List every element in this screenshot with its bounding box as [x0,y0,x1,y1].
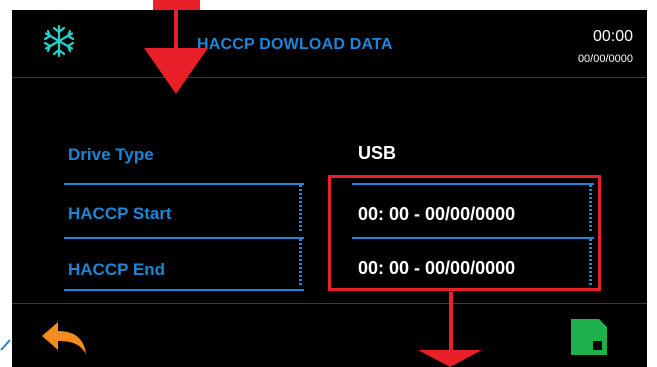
floppy-save-icon[interactable] [569,317,609,357]
drive-type-label: Drive Type [68,145,154,164]
header-divider [12,77,647,78]
snowflake-icon [43,24,75,58]
header: HACCP DOWLOAD DATA 00:00 00/00/0000 [12,10,647,78]
clock-date: 00/00/0000 [577,53,633,65]
back-arrow-icon[interactable] [40,320,90,356]
page-title: HACCP DOWLOAD DATA [197,36,393,53]
haccp-end-label-topline [64,237,304,239]
clock-time: 00:00 [592,28,633,45]
haccp-end-label-edge [299,239,302,287]
haccp-start-label: HACCP Start [68,204,172,223]
edge-mark [0,339,11,351]
haccp-end-label: HACCP End [68,260,165,279]
drive-type-value[interactable]: USB [358,143,396,164]
footer-divider [12,303,647,304]
date-fields-highlight [328,175,601,291]
annotation-marker-top [153,0,200,10]
haccp-start-label-edge [299,185,302,233]
device-screen: HACCP DOWLOAD DATA 00:00 00/00/0000 Driv… [12,10,647,367]
haccp-start-label-topline [64,183,304,185]
haccp-end-label-bottomline [64,289,304,291]
